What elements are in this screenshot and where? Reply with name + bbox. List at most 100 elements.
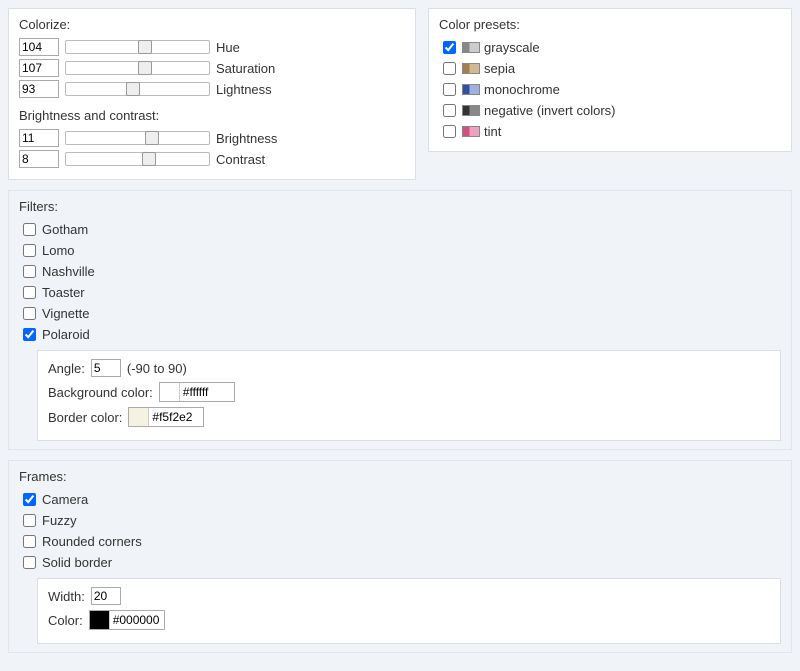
frame-color-row: Color: [48, 610, 770, 630]
grayscale-checkbox[interactable] [443, 41, 456, 54]
gotham-checkbox[interactable] [23, 223, 36, 236]
vignette-label: Vignette [42, 306, 89, 321]
saturation-thumb[interactable] [138, 61, 152, 75]
frames-title: Frames: [19, 469, 781, 484]
frame-width-label: Width: [48, 589, 85, 604]
brightness-thumb[interactable] [145, 131, 159, 145]
lightness-input[interactable] [19, 80, 59, 98]
hue-thumb[interactable] [138, 40, 152, 54]
frame-color-label: Color: [48, 613, 83, 628]
lightness-label: Lightness [216, 82, 272, 97]
contrast-label: Contrast [216, 152, 265, 167]
frames-panel: Frames: Camera Fuzzy Rounded corners Sol… [8, 460, 792, 653]
grayscale-label: grayscale [484, 40, 540, 55]
negative-label: negative (invert colors) [484, 103, 616, 118]
tint-label: tint [484, 124, 501, 139]
bc-title: Brightness and contrast: [19, 108, 405, 123]
bordercolor-picker[interactable] [128, 407, 204, 427]
bordercolor-label: Border color: [48, 410, 122, 425]
negative-checkbox[interactable] [443, 104, 456, 117]
preset-sepia-row: sepia [439, 59, 781, 78]
lomo-label: Lomo [42, 243, 75, 258]
tint-icon [462, 126, 480, 137]
monochrome-icon [462, 84, 480, 95]
brightness-label: Brightness [216, 131, 277, 146]
angle-hint: (-90 to 90) [127, 361, 187, 376]
colorize-panel: Colorize: Hue Saturation Lightness Brigh… [8, 8, 416, 180]
saturation-label: Saturation [216, 61, 275, 76]
bgcolor-input[interactable] [180, 383, 234, 401]
tint-checkbox[interactable] [443, 125, 456, 138]
color-presets-panel: Color presets: grayscale sepia monochrom… [428, 8, 792, 152]
camera-checkbox[interactable] [23, 493, 36, 506]
lightness-row: Lightness [19, 80, 405, 98]
monochrome-label: monochrome [484, 82, 560, 97]
polaroid-settings: Angle: (-90 to 90) Background color: Bor… [37, 350, 781, 441]
solid-checkbox[interactable] [23, 556, 36, 569]
sepia-icon [462, 63, 480, 74]
preset-negative-row: negative (invert colors) [439, 101, 781, 120]
frame-color-input[interactable] [110, 611, 164, 629]
saturation-input[interactable] [19, 59, 59, 77]
bgcolor-picker[interactable] [159, 382, 235, 402]
hue-slider[interactable] [65, 40, 210, 54]
negative-icon [462, 105, 480, 116]
brightness-slider[interactable] [65, 131, 210, 145]
frame-color-swatch[interactable] [90, 611, 110, 629]
grayscale-icon [462, 42, 480, 53]
bgcolor-row: Background color: [48, 382, 770, 402]
colorize-title: Colorize: [19, 17, 405, 32]
lightness-slider[interactable] [65, 82, 210, 96]
filter-polaroid-row: Polaroid [19, 325, 781, 344]
frame-fuzzy-row: Fuzzy [19, 511, 781, 530]
filter-vignette-row: Vignette [19, 304, 781, 323]
preset-tint-row: tint [439, 122, 781, 141]
filter-gotham-row: Gotham [19, 220, 781, 239]
angle-label: Angle: [48, 361, 85, 376]
contrast-input[interactable] [19, 150, 59, 168]
lightness-thumb[interactable] [126, 82, 140, 96]
contrast-thumb[interactable] [142, 152, 156, 166]
toaster-label: Toaster [42, 285, 85, 300]
bordercolor-input[interactable] [149, 408, 203, 426]
angle-row: Angle: (-90 to 90) [48, 359, 770, 377]
sepia-checkbox[interactable] [443, 62, 456, 75]
filters-panel: Filters: Gotham Lomo Nashville Toaster V… [8, 190, 792, 450]
preset-grayscale-row: grayscale [439, 38, 781, 57]
bgcolor-swatch[interactable] [160, 383, 180, 401]
lomo-checkbox[interactable] [23, 244, 36, 257]
camera-label: Camera [42, 492, 88, 507]
frame-rounded-row: Rounded corners [19, 532, 781, 551]
saturation-row: Saturation [19, 59, 405, 77]
brightness-input[interactable] [19, 129, 59, 147]
bgcolor-label: Background color: [48, 385, 153, 400]
nashville-checkbox[interactable] [23, 265, 36, 278]
filter-nashville-row: Nashville [19, 262, 781, 281]
brightness-row: Brightness [19, 129, 405, 147]
preset-monochrome-row: monochrome [439, 80, 781, 99]
saturation-slider[interactable] [65, 61, 210, 75]
fuzzy-label: Fuzzy [42, 513, 77, 528]
toaster-checkbox[interactable] [23, 286, 36, 299]
contrast-slider[interactable] [65, 152, 210, 166]
vignette-checkbox[interactable] [23, 307, 36, 320]
frame-color-picker[interactable] [89, 610, 165, 630]
monochrome-checkbox[interactable] [443, 83, 456, 96]
filter-lomo-row: Lomo [19, 241, 781, 260]
hue-input[interactable] [19, 38, 59, 56]
hue-label: Hue [216, 40, 240, 55]
frame-width-input[interactable] [91, 587, 121, 605]
bordercolor-swatch[interactable] [129, 408, 149, 426]
fuzzy-checkbox[interactable] [23, 514, 36, 527]
rounded-checkbox[interactable] [23, 535, 36, 548]
filters-title: Filters: [19, 199, 781, 214]
polaroid-checkbox[interactable] [23, 328, 36, 341]
frame-camera-row: Camera [19, 490, 781, 509]
solid-label: Solid border [42, 555, 112, 570]
camera-settings: Width: Color: [37, 578, 781, 644]
nashville-label: Nashville [42, 264, 95, 279]
presets-title: Color presets: [439, 17, 781, 32]
angle-input[interactable] [91, 359, 121, 377]
bordercolor-row: Border color: [48, 407, 770, 427]
contrast-row: Contrast [19, 150, 405, 168]
